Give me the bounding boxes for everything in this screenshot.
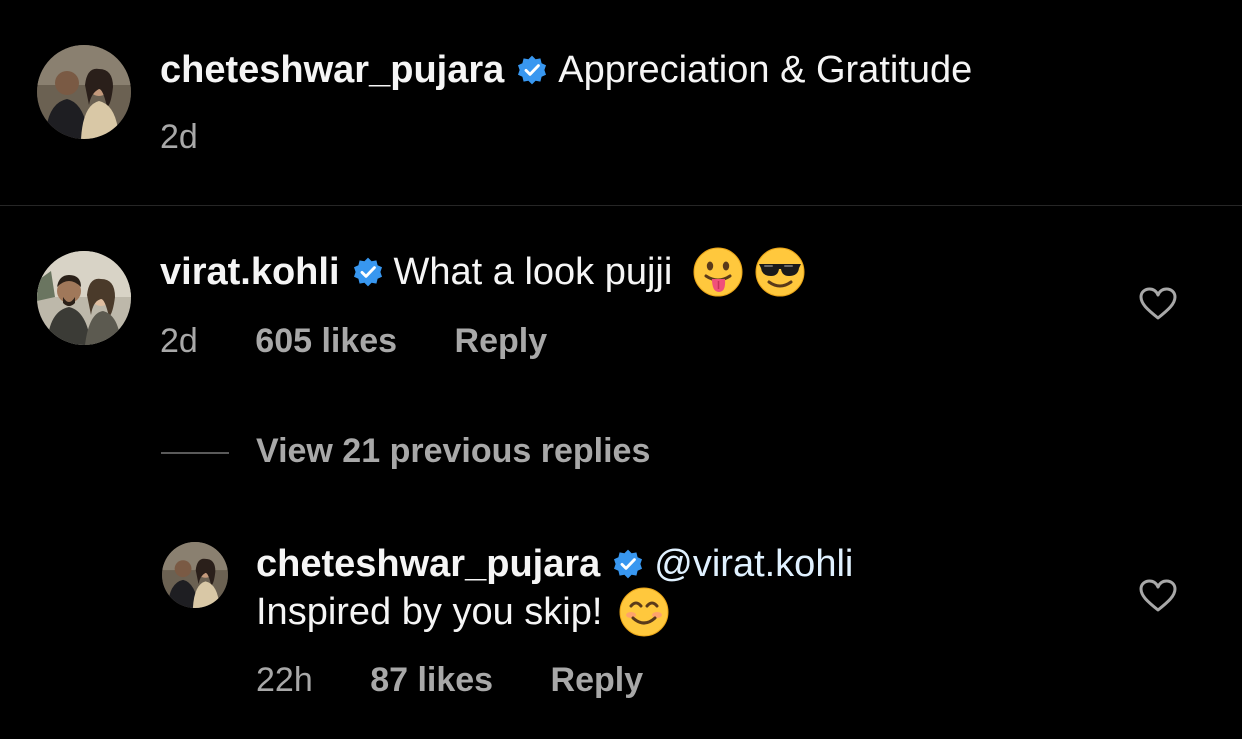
comment-likes-link[interactable]: 605 likes: [255, 322, 397, 360]
reply-avatar[interactable]: [162, 542, 228, 608]
caption-username[interactable]: cheteshwar_pujara: [160, 49, 504, 92]
comment-reply-button[interactable]: Reply: [455, 322, 548, 360]
caption-text: Appreciation & Gratitude: [558, 48, 973, 91]
reply-text: Inspired by you skip!: [256, 590, 603, 633]
reply-line-1: cheteshwar_pujara @virat.kohli: [256, 538, 853, 590]
comment-line: virat.kohli What a look pujji: [160, 246, 806, 298]
comment-avatar[interactable]: [37, 251, 131, 345]
reply-reply-button[interactable]: Reply: [551, 661, 644, 699]
verified-badge-icon: [516, 54, 548, 86]
reply-line-2: Inspired by you skip!: [256, 586, 670, 638]
smiling-face-with-sunglasses-icon: [754, 246, 806, 298]
verified-badge-icon: [612, 548, 644, 580]
reply-like-heart-icon[interactable]: [1139, 579, 1177, 613]
comment-like-heart-icon[interactable]: [1139, 287, 1177, 321]
view-previous-replies-button[interactable]: View 21 previous replies: [256, 432, 650, 471]
view-replies-line: [161, 452, 229, 454]
verified-badge-icon: [352, 256, 384, 288]
comment-text: What a look pujji: [393, 250, 673, 293]
reply-likes-link[interactable]: 87 likes: [370, 661, 493, 699]
reply-meta: 22h 87 likes Reply: [256, 661, 643, 700]
reply-mention-link[interactable]: @virat.kohli: [654, 543, 853, 586]
comment-meta: 2d 605 likes Reply: [160, 322, 547, 361]
reply-username[interactable]: cheteshwar_pujara: [256, 543, 600, 586]
caption-line: cheteshwar_pujara Appreciation & Gratitu…: [160, 44, 972, 96]
face-with-tongue-icon: [692, 246, 744, 298]
caption-avatar[interactable]: [37, 45, 131, 139]
caption-divider: [0, 205, 1242, 206]
comment-username[interactable]: virat.kohli: [160, 251, 340, 294]
comment-timestamp: 2d: [160, 322, 198, 360]
reply-timestamp: 22h: [256, 661, 313, 699]
view-previous-replies-label: View 21 previous replies: [256, 432, 651, 470]
smiling-face-icon: [618, 586, 670, 638]
caption-timestamp: 2d: [160, 118, 198, 156]
